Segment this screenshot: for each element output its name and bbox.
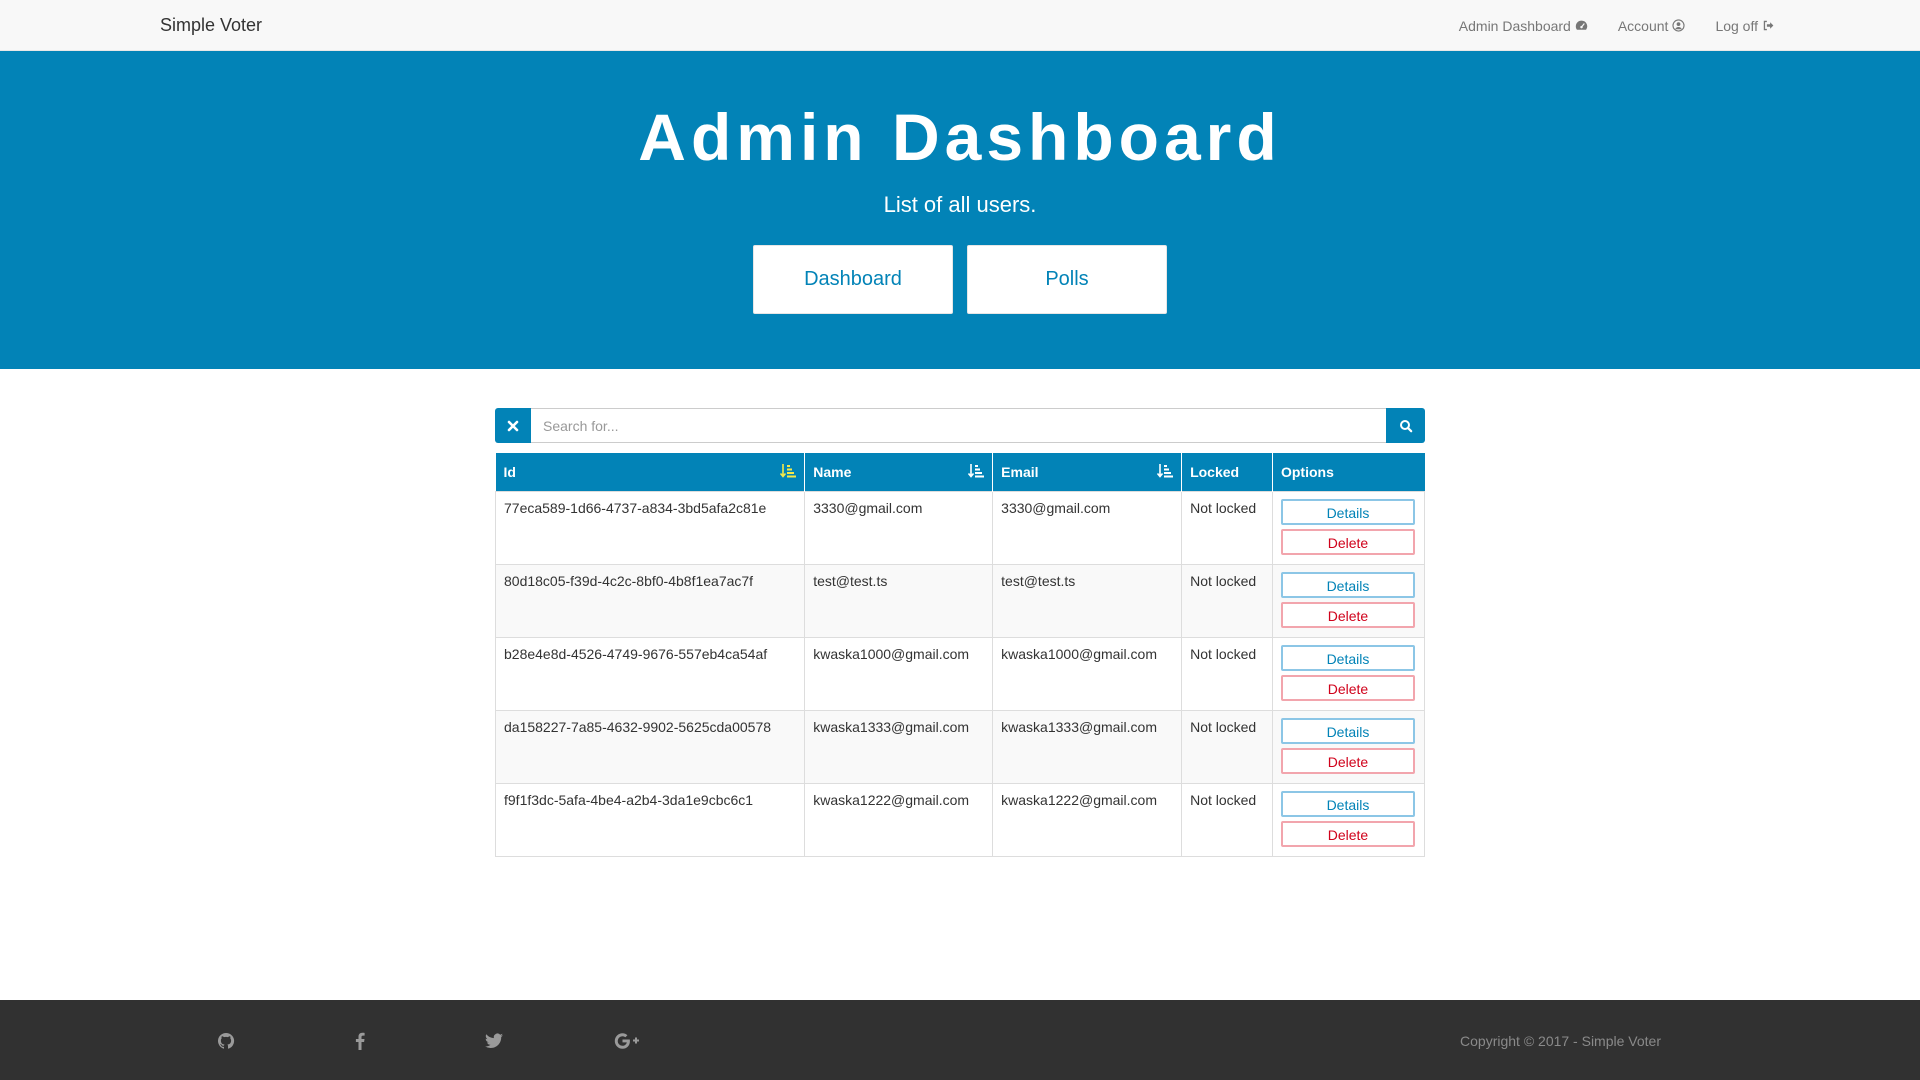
- table-row: 77eca589-1d66-4737-a834-3bd5afa2c81e 333…: [494, 490, 1426, 565]
- column-header-locked: Locked: [1181, 453, 1273, 491]
- polls-button[interactable]: Polls: [967, 245, 1167, 314]
- delete-button[interactable]: Delete: [1280, 747, 1415, 774]
- search-button[interactable]: [1386, 408, 1425, 443]
- cell-locked: Not locked: [1181, 636, 1273, 711]
- page-footer: Copyright © 2017 - Simple Voter: [0, 1000, 1920, 1080]
- cell-name: kwaska1333@gmail.com: [804, 709, 994, 784]
- cell-name: test@test.ts: [804, 563, 994, 638]
- cell-id: da158227-7a85-4632-9902-5625cda00578: [494, 709, 806, 784]
- users-table: Id Name Email Locked Options 77eca589-1d…: [494, 453, 1426, 857]
- cell-email: kwaska1000@gmail.com: [992, 636, 1183, 711]
- column-header-label: Email: [1001, 463, 1039, 480]
- nav-admin-dashboard[interactable]: Admin Dashboard: [1459, 18, 1588, 34]
- nav-account[interactable]: Account: [1618, 18, 1686, 34]
- column-header-label: Id: [503, 463, 516, 480]
- column-header-label: Options: [1280, 463, 1334, 480]
- github-icon[interactable]: [217, 1032, 235, 1050]
- cell-name: 3330@gmail.com: [804, 490, 994, 565]
- search-icon: [1399, 419, 1413, 433]
- cell-locked: Not locked: [1181, 563, 1273, 638]
- column-header-label: Name: [813, 463, 852, 480]
- delete-button[interactable]: Delete: [1280, 528, 1415, 555]
- google-plus-icon[interactable]: [614, 1032, 640, 1050]
- table-row: da158227-7a85-4632-9902-5625cda00578 kwa…: [494, 709, 1426, 784]
- details-button[interactable]: Details: [1280, 790, 1415, 817]
- nav-log-off[interactable]: Log off: [1715, 18, 1775, 34]
- cell-options: Details Delete: [1271, 636, 1426, 711]
- cell-locked: Not locked: [1181, 709, 1273, 784]
- column-header-options: Options: [1272, 453, 1425, 491]
- cell-email: 3330@gmail.com: [992, 490, 1183, 565]
- cell-options: Details Delete: [1271, 782, 1426, 857]
- delete-button[interactable]: Delete: [1280, 674, 1415, 701]
- delete-button[interactable]: Delete: [1280, 601, 1415, 628]
- clear-search-button[interactable]: [495, 408, 531, 443]
- cell-id: 80d18c05-f39d-4c2c-8bf0-4b8f1ea7ac7f: [494, 563, 806, 638]
- nav-admin-dashboard-label: Admin Dashboard: [1458, 17, 1571, 34]
- close-icon: [506, 419, 520, 433]
- brand-link[interactable]: Simple Voter: [160, 0, 262, 51]
- user-circle-icon: [1672, 19, 1686, 32]
- cell-name: kwaska1000@gmail.com: [804, 636, 994, 711]
- sort-amount-icon[interactable]: [968, 463, 985, 479]
- delete-button[interactable]: Delete: [1280, 820, 1415, 847]
- details-button[interactable]: Details: [1280, 571, 1415, 598]
- details-button[interactable]: Details: [1280, 717, 1415, 744]
- search-bar: [495, 408, 1425, 443]
- column-header-name[interactable]: Name: [804, 453, 994, 491]
- details-button[interactable]: Details: [1280, 498, 1415, 525]
- table-row: b28e4e8d-4526-4749-9676-557eb4ca54af kwa…: [494, 636, 1426, 711]
- cell-locked: Not locked: [1181, 782, 1273, 857]
- copyright-text: Copyright © 2017 - Simple Voter: [1460, 1033, 1661, 1049]
- column-header-label: Locked: [1190, 463, 1240, 480]
- dashboard-button[interactable]: Dashboard: [753, 245, 953, 314]
- sort-amount-icon[interactable]: [1157, 463, 1174, 479]
- cell-email: test@test.ts: [992, 563, 1183, 638]
- column-header-email[interactable]: Email: [992, 453, 1183, 491]
- cell-options: Details Delete: [1271, 490, 1426, 565]
- column-header-id[interactable]: Id: [495, 453, 806, 491]
- cell-id: 77eca589-1d66-4737-a834-3bd5afa2c81e: [494, 490, 806, 565]
- cell-options: Details Delete: [1271, 709, 1426, 784]
- twitter-icon[interactable]: [485, 1032, 503, 1050]
- hero-banner: Admin Dashboard List of all users. Dashb…: [0, 51, 1920, 369]
- details-button[interactable]: Details: [1280, 644, 1415, 671]
- dashboard-icon: [1575, 19, 1588, 32]
- table-row: f9f1f3dc-5afa-4be4-a2b4-3da1e9cbc6c1 kwa…: [494, 782, 1426, 857]
- cell-id: b28e4e8d-4526-4749-9676-557eb4ca54af: [494, 636, 806, 711]
- cell-name: kwaska1222@gmail.com: [804, 782, 994, 857]
- nav-links: Admin Dashboard Account Log off: [1459, 0, 1775, 51]
- top-navbar: Simple Voter Admin Dashboard Account Log…: [0, 0, 1920, 51]
- nav-log-off-label: Log off: [1715, 17, 1758, 34]
- cell-email: kwaska1222@gmail.com: [992, 782, 1183, 857]
- page-subtitle: List of all users.: [883, 192, 1037, 217]
- search-input[interactable]: [531, 408, 1386, 443]
- cell-options: Details Delete: [1271, 563, 1426, 638]
- sort-amount-asc-icon[interactable]: [780, 463, 797, 479]
- page-title: Admin Dashboard: [638, 100, 1282, 174]
- sign-out-icon: [1762, 19, 1775, 32]
- facebook-icon[interactable]: [355, 1032, 365, 1050]
- cell-id: f9f1f3dc-5afa-4be4-a2b4-3da1e9cbc6c1: [494, 782, 806, 857]
- nav-account-label: Account: [1617, 17, 1669, 34]
- cell-email: kwaska1333@gmail.com: [992, 709, 1183, 784]
- table-header-row: Id Name Email Locked Options: [495, 453, 1425, 491]
- cell-locked: Not locked: [1181, 490, 1273, 565]
- table-row: 80d18c05-f39d-4c2c-8bf0-4b8f1ea7ac7f tes…: [494, 563, 1426, 638]
